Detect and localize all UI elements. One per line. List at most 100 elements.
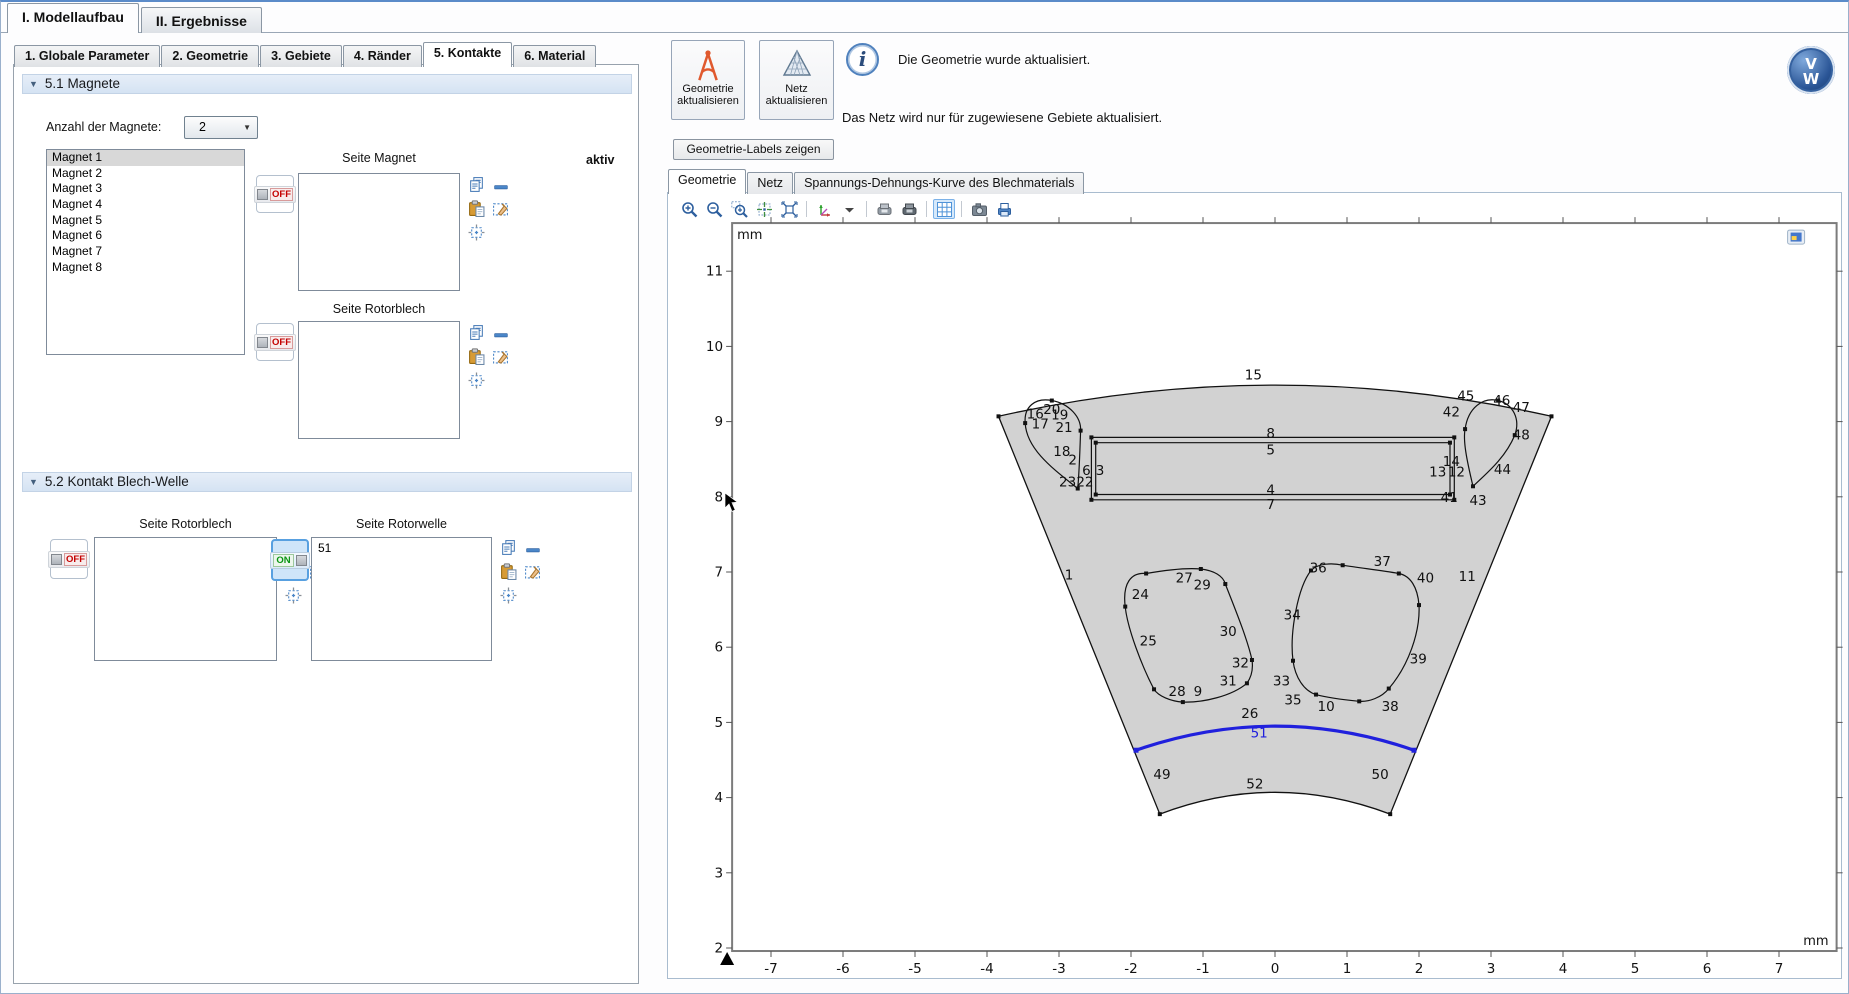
view-tab-netz[interactable]: Netz bbox=[747, 172, 793, 194]
toggle-seite-rotorblech[interactable]: OFF bbox=[256, 323, 294, 361]
paste-icon[interactable] bbox=[468, 348, 485, 365]
paste-icon[interactable] bbox=[468, 200, 485, 217]
axis-dropdown-icon[interactable] bbox=[838, 199, 860, 219]
export-image-icon[interactable] bbox=[873, 199, 895, 219]
print-icon[interactable] bbox=[993, 199, 1015, 219]
vertex-point bbox=[1291, 659, 1295, 663]
main-tab-ii-ergebnisse[interactable]: II. Ergebnisse bbox=[141, 7, 262, 33]
edge-label-25: 25 bbox=[1140, 634, 1157, 650]
list-item-magnet-8[interactable]: Magnet 8 bbox=[47, 260, 244, 276]
toggle-seite-magnet[interactable]: OFF bbox=[256, 175, 294, 213]
x-tick-label: -2 bbox=[1124, 961, 1137, 977]
subtab-3-gebiete[interactable]: 3. Gebiete bbox=[260, 45, 342, 67]
zoom-out-icon[interactable] bbox=[703, 199, 725, 219]
selection-list-seite-rotorblech[interactable] bbox=[298, 321, 460, 439]
toggle-kontakt-rotorwelle[interactable]: ON bbox=[271, 539, 309, 581]
subtab-1-globale-parameter[interactable]: 1. Globale Parameter bbox=[14, 45, 160, 67]
copy-icon[interactable] bbox=[468, 176, 485, 193]
magnet-count-dropdown[interactable]: 2 ▼ bbox=[184, 116, 258, 139]
zoom-extents-icon[interactable] bbox=[778, 199, 800, 219]
remove-icon[interactable] bbox=[525, 542, 542, 559]
edge-label-48: 48 bbox=[1513, 428, 1530, 444]
vertex-point bbox=[1181, 700, 1185, 704]
edge-label-8: 8 bbox=[1266, 426, 1275, 442]
main-tab-i-modellaufbau[interactable]: I. Modellaufbau bbox=[7, 3, 139, 33]
list-item-magnet-6[interactable]: Magnet 6 bbox=[47, 228, 244, 244]
vertex-point bbox=[1223, 582, 1227, 586]
copy-icon[interactable] bbox=[468, 324, 485, 341]
selection-list-seite-magnet[interactable] bbox=[298, 173, 460, 291]
zoom-center-icon[interactable] bbox=[753, 199, 775, 219]
list-item-magnet-2[interactable]: Magnet 2 bbox=[47, 166, 244, 182]
remove-icon[interactable] bbox=[493, 179, 510, 196]
zoom-to-selection-icon[interactable] bbox=[468, 224, 485, 241]
edge-label-21: 21 bbox=[1055, 420, 1072, 436]
kontakte-panel: ▼5.1 Magnete Anzahl der Magnete: 2 ▼ Mag… bbox=[13, 64, 639, 984]
export-print-icon[interactable] bbox=[898, 199, 920, 219]
magnet-listbox[interactable]: Magnet 1Magnet 2Magnet 3Magnet 4Magnet 5… bbox=[46, 149, 245, 355]
edge-label-9: 9 bbox=[1194, 684, 1203, 700]
vertex-point bbox=[1549, 414, 1553, 418]
list-item-magnet-4[interactable]: Magnet 4 bbox=[47, 197, 244, 213]
axis-unit-top-left: mm bbox=[737, 228, 762, 243]
selection-list-kontakt-rotorwelle[interactable]: 51 bbox=[311, 537, 492, 661]
paste-icon[interactable] bbox=[500, 563, 517, 580]
list-item-magnet-1[interactable]: Magnet 1 bbox=[47, 150, 244, 166]
geometry-plot[interactable]: -7-6-5-4-3-2-101234567234567891011mmmm15… bbox=[668, 193, 1843, 980]
toggle-kontakt-rotorblech[interactable]: OFF bbox=[50, 539, 88, 579]
x-tick-label: 1 bbox=[1343, 961, 1352, 977]
clear-selection-icon[interactable] bbox=[524, 562, 541, 579]
show-geometry-labels-button[interactable]: Geometrie-Labels zeigen bbox=[673, 139, 834, 160]
edge-label-43: 43 bbox=[1469, 493, 1486, 509]
main-tab-bar: I. ModellaufbauII. Ergebnisse bbox=[7, 5, 264, 33]
edge-label-15: 15 bbox=[1245, 367, 1262, 383]
list-item-magnet-3[interactable]: Magnet 3 bbox=[47, 181, 244, 197]
vertex-point bbox=[1388, 812, 1392, 816]
edge-label-45: 45 bbox=[1457, 389, 1474, 405]
edge-label-40: 40 bbox=[1417, 571, 1434, 587]
subtab-2-geometrie[interactable]: 2. Geometrie bbox=[161, 45, 259, 67]
update-geometry-button[interactable]: Geometrie aktualisieren bbox=[671, 40, 745, 120]
remove-icon[interactable] bbox=[493, 327, 510, 344]
list-item-magnet-5[interactable]: Magnet 5 bbox=[47, 213, 244, 229]
magnet-count-label: Anzahl der Magnete: bbox=[46, 120, 161, 134]
axis-orientation-icon[interactable] bbox=[813, 199, 835, 219]
snapshot-icon[interactable] bbox=[968, 199, 990, 219]
vertex-point bbox=[1387, 687, 1391, 691]
tab-divider bbox=[1, 32, 1848, 33]
toolbar-separator bbox=[806, 201, 807, 217]
clear-selection-icon[interactable] bbox=[492, 347, 509, 364]
subtab-6-material[interactable]: 6. Material bbox=[513, 45, 596, 67]
subtab-5-kontakte[interactable]: 5. Kontakte bbox=[423, 42, 512, 67]
x-tick-label: 5 bbox=[1631, 961, 1640, 977]
grid-icon[interactable] bbox=[933, 199, 955, 219]
zoom-box-icon[interactable] bbox=[728, 199, 750, 219]
subtab-4-ränder[interactable]: 4. Ränder bbox=[343, 45, 422, 67]
y-tick-label: 3 bbox=[715, 865, 724, 881]
zoom-in-icon[interactable] bbox=[678, 199, 700, 219]
selected-vertex-point bbox=[1411, 748, 1416, 753]
edge-label-27: 27 bbox=[1176, 571, 1193, 587]
zoom-to-selection-icon[interactable] bbox=[500, 587, 517, 604]
aktiv-label: aktiv bbox=[586, 153, 615, 167]
chevron-down-icon: ▼ bbox=[243, 117, 251, 138]
edge-label-24: 24 bbox=[1132, 587, 1149, 603]
edge-label-39: 39 bbox=[1410, 652, 1427, 668]
zoom-to-selection-icon[interactable] bbox=[285, 587, 302, 604]
copy-icon[interactable] bbox=[500, 539, 517, 556]
x-tick-label: 4 bbox=[1559, 961, 1568, 977]
selection-list-kontakt-rotorblech[interactable] bbox=[94, 537, 277, 661]
clear-selection-icon[interactable] bbox=[492, 199, 509, 216]
update-mesh-button[interactable]: Netz aktualisieren bbox=[759, 40, 834, 120]
geometry-status-message: Die Geometrie wurde aktualisiert. bbox=[898, 52, 1090, 67]
view-tab-spannungs-dehnungs-kurve-des-blechmaterials[interactable]: Spannungs-Dehnungs-Kurve des Blechmateri… bbox=[794, 172, 1084, 194]
info-icon: i bbox=[846, 43, 879, 76]
edge-label-50: 50 bbox=[1372, 767, 1389, 783]
section-header-kontakt[interactable]: ▼5.2 Kontakt Blech-Welle bbox=[22, 472, 632, 492]
zoom-to-selection-icon[interactable] bbox=[468, 372, 485, 389]
view-tab-geometrie[interactable]: Geometrie bbox=[668, 169, 746, 194]
graphics-panel: -7-6-5-4-3-2-101234567234567891011mmmm15… bbox=[667, 192, 1842, 979]
logo-letter-bottom: W bbox=[1803, 70, 1820, 88]
section-header-magnete[interactable]: ▼5.1 Magnete bbox=[22, 74, 632, 94]
list-item-magnet-7[interactable]: Magnet 7 bbox=[47, 244, 244, 260]
